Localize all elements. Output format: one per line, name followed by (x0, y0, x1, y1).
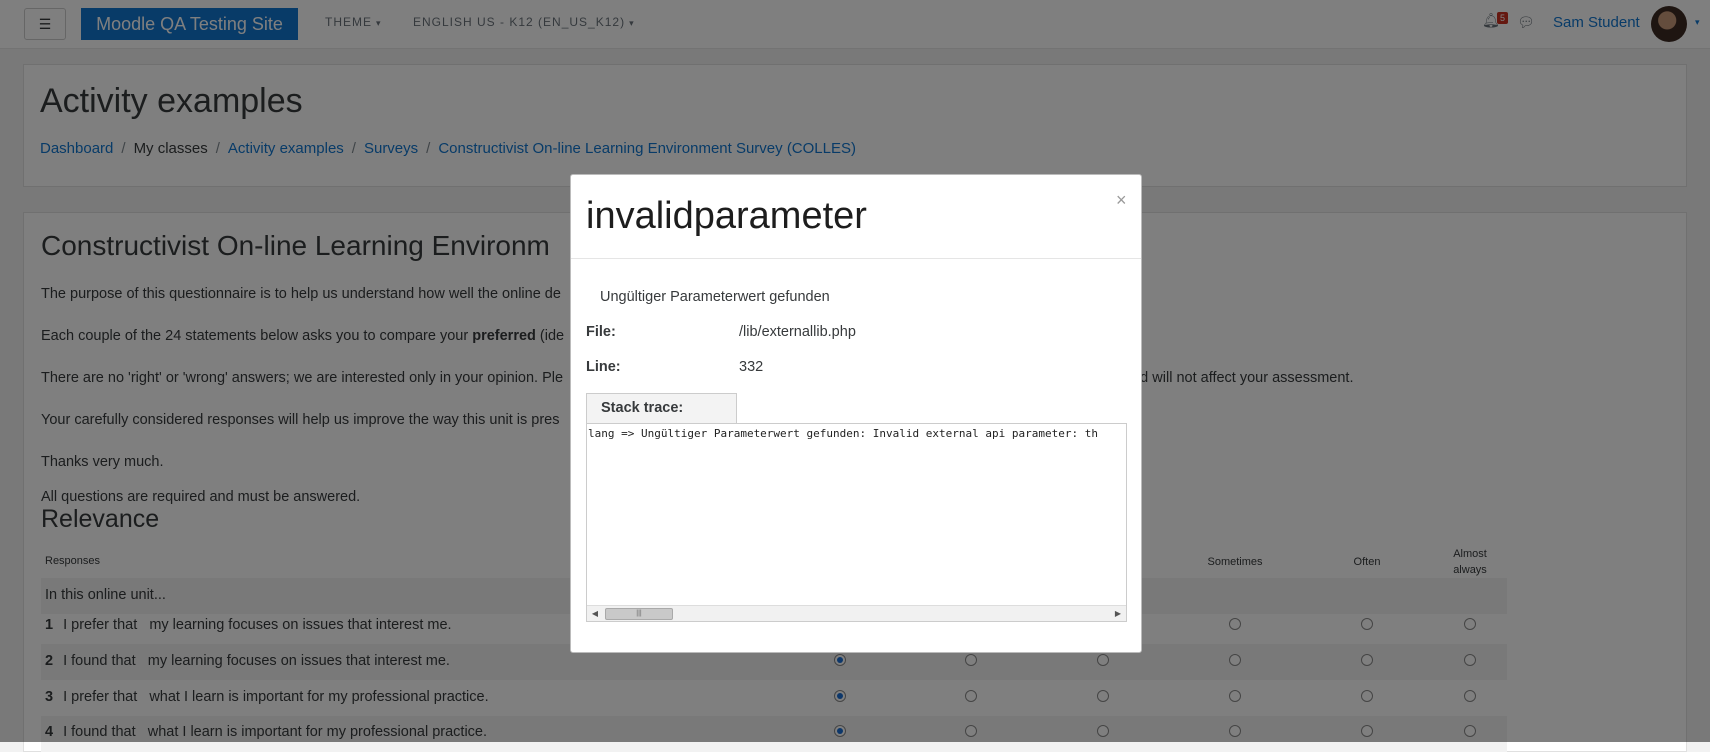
scroll-right-icon[interactable]: ▶ (1110, 606, 1126, 621)
stack-trace-text: lang => Ungültiger Parameterwert gefunde… (588, 427, 1098, 440)
horizontal-scrollbar[interactable]: ◀ ||| ▶ (587, 605, 1126, 621)
scrollbar-thumb[interactable]: ||| (605, 608, 673, 620)
close-icon[interactable]: × (1116, 190, 1127, 211)
dialog-title: invalidparameter (586, 195, 867, 237)
scroll-left-icon[interactable]: ◀ (587, 606, 603, 621)
error-message: Ungültiger Parameterwert gefunden (600, 289, 830, 305)
file-value: /lib/externallib.php (739, 324, 856, 340)
stack-trace-box[interactable]: lang => Ungültiger Parameterwert gefunde… (586, 423, 1127, 622)
line-value: 332 (739, 359, 764, 375)
line-label: Line: (586, 359, 621, 375)
file-label: File: (586, 324, 616, 340)
stack-trace-label: Stack trace: (586, 393, 737, 423)
error-dialog: invalidparameter × Ungültiger Parameterw… (570, 174, 1142, 653)
dialog-divider (571, 258, 1141, 259)
